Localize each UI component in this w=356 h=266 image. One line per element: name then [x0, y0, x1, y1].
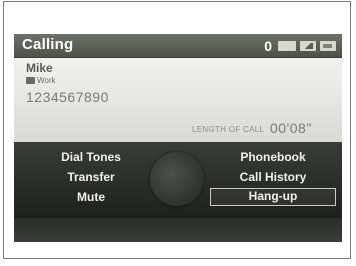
call-info-panel: Mike Work 1234567890 LENGTH OF CALL 00'0… — [14, 58, 342, 142]
battery-icon — [320, 41, 336, 51]
call-history-button[interactable]: Call History — [210, 169, 336, 185]
navigation-screen: Calling 0 Mike Work 1234567890 LENGTH OF… — [14, 34, 342, 242]
work-phone-icon — [26, 77, 35, 84]
call-menu: Dial Tones Phonebook Transfer Call Histo… — [14, 142, 342, 218]
caller-number: 1234567890 — [26, 89, 109, 105]
title-bar: Calling 0 — [14, 34, 342, 58]
number-type-label: Work — [37, 76, 56, 85]
hang-up-button[interactable]: Hang-up — [210, 188, 336, 206]
figure-frame: Calling 0 Mike Work 1234567890 LENGTH OF… — [3, 1, 351, 259]
transfer-button[interactable]: Transfer — [36, 169, 146, 185]
status-count: 0 — [264, 38, 272, 54]
caller-number-type: Work — [26, 76, 56, 85]
mute-button[interactable]: Mute — [36, 189, 146, 205]
phonebook-button[interactable]: Phonebook — [210, 149, 336, 165]
hfl-icon — [278, 41, 296, 51]
call-length-label: LENGTH OF CALL — [192, 125, 265, 134]
screen-title: Calling — [22, 36, 74, 53]
signal-strength-icon — [300, 41, 316, 51]
interface-dial-knob-icon — [150, 152, 204, 206]
caller-name: Mike — [26, 61, 53, 75]
call-length-value: 00'08" — [270, 120, 312, 136]
status-cluster: 0 — [264, 38, 336, 54]
bottom-bezel-strip — [14, 218, 342, 242]
dial-tones-button[interactable]: Dial Tones — [36, 149, 146, 165]
